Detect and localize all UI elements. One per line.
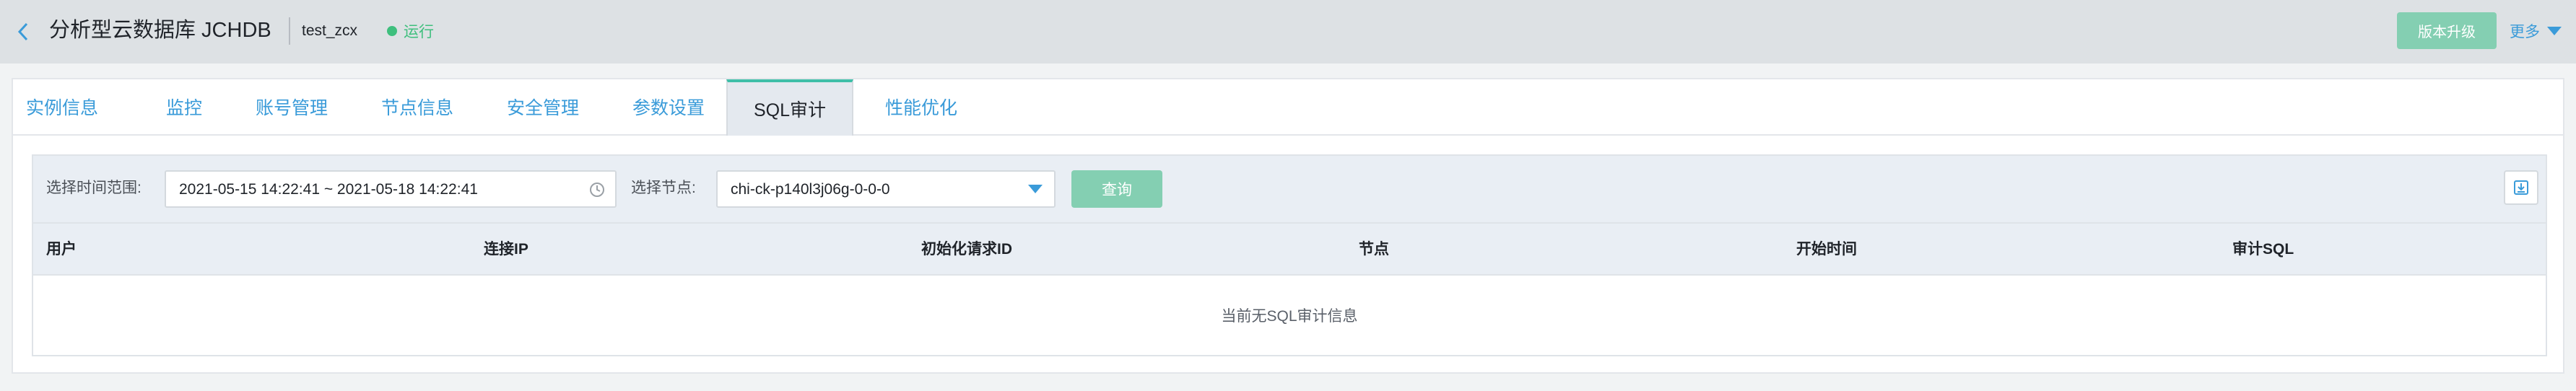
- column-header-connection-ip: 连接IP: [484, 241, 528, 258]
- tab-bar: 实例信息 监控 账号管理 节点信息 安全管理 参数设置 SQL审计 性能优化: [13, 79, 2563, 136]
- tab-performance-optimization[interactable]: 性能优化: [872, 79, 970, 134]
- status-text: 运行: [404, 24, 434, 40]
- caret-down-icon: [1028, 185, 1043, 193]
- page-header: 分析型云数据库 JCHDB test_zcx 运行 版本升级 更多: [0, 0, 2576, 63]
- title-divider: [289, 17, 290, 45]
- node-label: 选择节点:: [631, 180, 696, 196]
- tab-node-info[interactable]: 节点信息: [368, 79, 466, 134]
- time-range-picker[interactable]: 2021-05-15 14:22:41 ~ 2021-05-18 14:22:4…: [165, 170, 617, 208]
- column-header-request-id: 初始化请求ID: [921, 241, 1012, 258]
- filter-bar: 选择时间范围: 2021-05-15 14:22:41 ~ 2021-05-18…: [33, 156, 2546, 224]
- status-dot-icon: [387, 26, 397, 36]
- tab-security-management[interactable]: 安全管理: [494, 79, 592, 134]
- time-range-label: 选择时间范围:: [46, 180, 142, 196]
- tab-sql-audit[interactable]: SQL审计: [726, 79, 853, 136]
- tab-parameter-settings[interactable]: 参数设置: [619, 79, 718, 134]
- column-header-audit-sql: 审计SQL: [2232, 241, 2294, 258]
- main-panel: 实例信息 监控 账号管理 节点信息 安全管理 参数设置 SQL审计 性能优化 选…: [12, 78, 2564, 374]
- instance-name: test_zcx: [302, 22, 358, 39]
- clock-icon: [590, 183, 604, 197]
- query-button[interactable]: 查询: [1071, 170, 1162, 208]
- caret-down-icon: [2547, 27, 2562, 35]
- tab-instance-info[interactable]: 实例信息: [14, 79, 110, 134]
- back-chevron-left-icon[interactable]: [10, 19, 36, 45]
- download-icon: [2514, 180, 2528, 195]
- table-header: 用户 连接IP 初始化请求ID 节点 开始时间 审计SQL: [33, 224, 2546, 276]
- column-header-start-time: 开始时间: [1796, 241, 1857, 258]
- column-header-user: 用户: [46, 241, 77, 258]
- time-range-value: 2021-05-15 14:22:41 ~ 2021-05-18 14:22:4…: [179, 181, 478, 198]
- tab-account-management[interactable]: 账号管理: [243, 79, 341, 134]
- upgrade-button[interactable]: 版本升级: [2397, 12, 2497, 49]
- status-badge: 运行: [387, 19, 434, 43]
- node-select-value: chi-ck-p140l3j06g-0-0-0: [731, 181, 890, 198]
- empty-state-message: 当前无SQL审计信息: [1221, 308, 1358, 325]
- column-header-node: 节点: [1359, 241, 1389, 258]
- tab-monitor[interactable]: 监控: [150, 79, 218, 134]
- more-label: 更多: [2510, 24, 2540, 40]
- page-title: 分析型云数据库 JCHDB: [49, 19, 271, 42]
- node-select[interactable]: chi-ck-p140l3j06g-0-0-0: [716, 170, 1056, 208]
- more-menu-button[interactable]: 更多: [2510, 19, 2562, 43]
- export-button[interactable]: [2504, 170, 2538, 205]
- sql-audit-content: 选择时间范围: 2021-05-15 14:22:41 ~ 2021-05-18…: [32, 154, 2547, 356]
